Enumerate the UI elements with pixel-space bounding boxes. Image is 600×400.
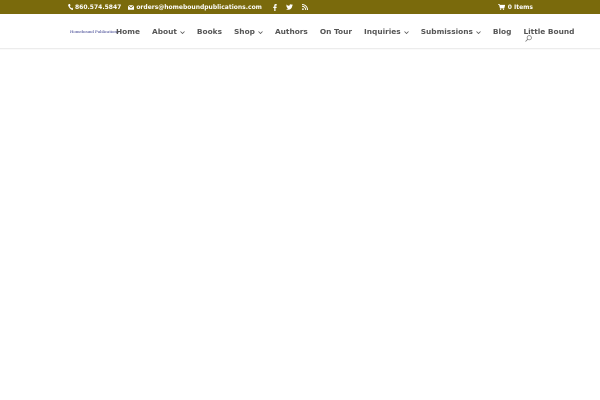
chevron-down-icon	[476, 27, 481, 36]
logo-text: Homebound Publications	[70, 29, 119, 34]
nav-item-about[interactable]: About	[152, 27, 185, 36]
nav-item-on-tour[interactable]: On Tour	[320, 27, 352, 36]
nav-label: Shop	[233, 26, 255, 36]
cart-count: 0 Items	[507, 3, 533, 11]
nav-item-shop[interactable]: Shop	[234, 27, 263, 36]
nav-item-inquiries[interactable]: Inquiries	[364, 27, 409, 36]
nav-label: Blog	[492, 26, 512, 36]
nav-label: On Tour	[319, 26, 353, 36]
phone-number: 860.574.5847	[75, 3, 122, 11]
nav-item-submissions[interactable]: Submissions	[421, 27, 481, 36]
top-bar: 860.574.5847 orders@homeboundpublication…	[0, 0, 600, 14]
primary-nav: Home About Books Shop Authors On Tour In…	[116, 14, 586, 48]
social-links	[273, 3, 308, 11]
facebook-icon[interactable]	[273, 3, 277, 11]
nav-label: About	[151, 26, 177, 36]
phone-link[interactable]: 860.574.5847	[68, 4, 121, 11]
cart-icon	[497, 4, 505, 10]
nav-item-authors[interactable]: Authors	[275, 27, 308, 36]
nav-label: Submissions	[420, 26, 473, 36]
nav-label: Books	[196, 26, 222, 36]
phone-icon	[68, 4, 73, 10]
nav-label: Inquiries	[364, 26, 401, 36]
nav-item-home[interactable]: Home	[116, 27, 140, 36]
cart-link[interactable]: 0 Items	[497, 0, 533, 14]
chevron-down-icon	[180, 27, 185, 36]
nav-label: Authors	[274, 26, 308, 36]
email-link[interactable]: orders@homeboundpublications.com	[128, 4, 262, 11]
envelope-icon	[128, 4, 135, 10]
contact-info: 860.574.5847 orders@homeboundpublication…	[68, 0, 308, 14]
site-logo[interactable]: Homebound Publications	[70, 29, 119, 34]
nav-label: Home	[116, 26, 140, 36]
rss-icon[interactable]	[301, 4, 308, 10]
search-icon[interactable]	[525, 27, 532, 46]
nav-item-blog[interactable]: Blog	[493, 27, 512, 36]
chevron-down-icon	[258, 27, 263, 36]
twitter-icon[interactable]	[285, 4, 293, 10]
nav-item-books[interactable]: Books	[197, 27, 222, 36]
email-address: orders@homeboundpublications.com	[136, 3, 262, 11]
main-header: Homebound Publications Home About Books …	[0, 14, 600, 49]
chevron-down-icon	[403, 27, 409, 36]
